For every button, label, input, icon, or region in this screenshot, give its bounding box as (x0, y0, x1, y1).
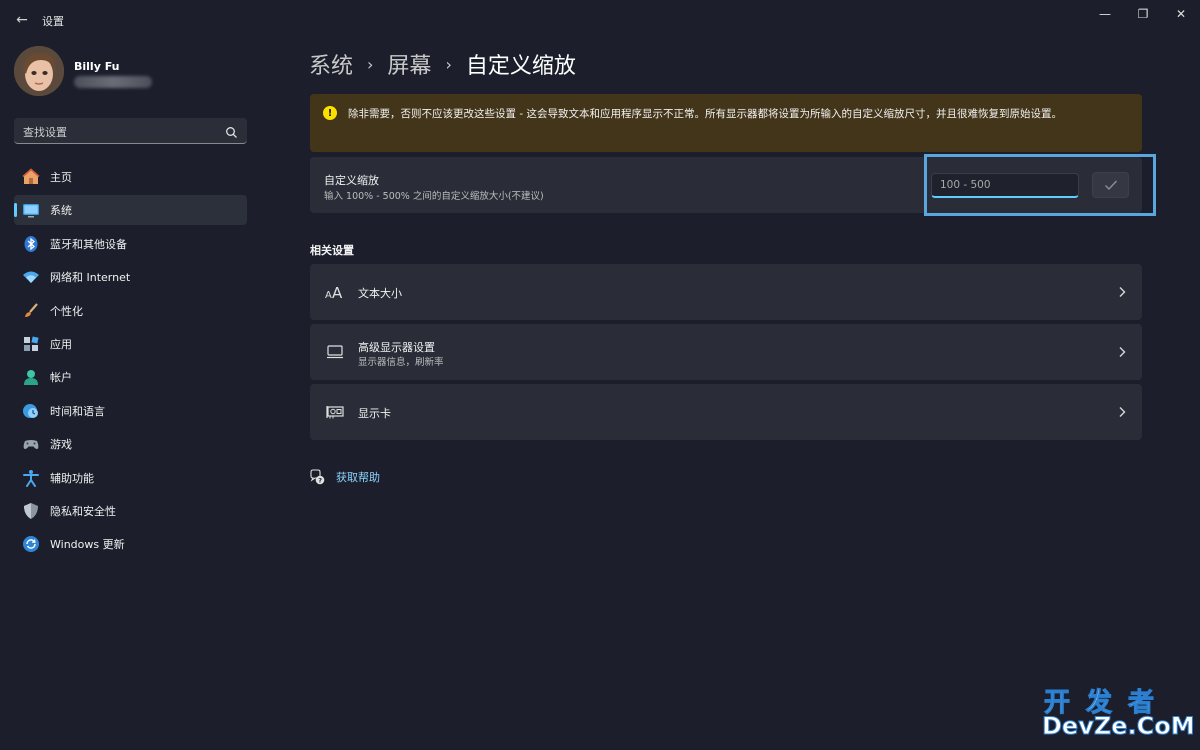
sidebar-item-network[interactable]: 网络和 Internet (14, 262, 247, 292)
row-subtitle: 显示器信息，刷新率 (358, 357, 444, 368)
update-icon (22, 535, 40, 553)
breadcrumb-separator-icon: › (367, 54, 374, 74)
sidebar-item-windows-update[interactable]: Windows 更新 (14, 529, 247, 559)
sidebar-item-privacy[interactable]: 隐私和安全性 (14, 496, 247, 526)
account-icon (22, 368, 40, 386)
custom-scale-subtitle: 输入 100% - 500% 之间的自定义缩放大小(不建议) (324, 191, 544, 202)
related-row-text-size[interactable]: AA 文本大小 (310, 264, 1142, 320)
apps-icon (22, 335, 40, 353)
graphics-card-icon (325, 402, 345, 422)
related-row-graphics[interactable]: 显示卡 (310, 384, 1142, 440)
sidebar-item-label: 个性化 (50, 304, 83, 318)
row-title: 高级显示器设置 (358, 341, 435, 354)
system-icon (22, 201, 40, 219)
get-help-link[interactable]: ? 获取帮助 (308, 468, 380, 486)
sidebar-nav: 主页 系统 蓝牙和其他设备 网络和 Internet 个性化 应用 帐户 时间和… (14, 162, 247, 563)
text-size-icon: AA (325, 282, 345, 302)
sidebar-item-label: 隐私和安全性 (50, 504, 116, 518)
sidebar-item-label: 系统 (50, 204, 72, 218)
window-title: 设置 (42, 15, 64, 28)
maximize-button[interactable]: ❐ (1126, 4, 1160, 24)
brush-icon (22, 302, 40, 320)
minimize-button[interactable]: — (1088, 4, 1122, 24)
search-icon[interactable] (225, 124, 238, 138)
warning-text: 除非需要，否则不应该更改这些设置 - 这会导致文本和应用程序显示不正常。所有显示… (348, 108, 1062, 120)
user-email-redacted (74, 76, 152, 88)
chevron-right-icon (1116, 286, 1128, 298)
breadcrumb-separator-icon: › (445, 54, 452, 74)
row-title: 显示卡 (358, 407, 391, 420)
sidebar-item-apps[interactable]: 应用 (14, 329, 247, 359)
sidebar-item-label: 时间和语言 (50, 404, 105, 418)
chevron-right-icon (1116, 406, 1128, 418)
sidebar-item-time-language[interactable]: 时间和语言 (14, 396, 247, 426)
sidebar-item-bluetooth[interactable]: 蓝牙和其他设备 (14, 229, 247, 259)
sidebar-item-gaming[interactable]: 游戏 (14, 429, 247, 459)
bluetooth-icon (22, 235, 40, 253)
monitor-icon (325, 342, 345, 362)
breadcrumb-display[interactable]: 屏幕 (387, 48, 431, 80)
accessibility-icon (22, 469, 40, 487)
watermark-logo: 开发者 DevZe.CoM (1040, 682, 1196, 744)
sidebar-item-system[interactable]: 系统 (14, 195, 247, 226)
get-help-label[interactable]: 获取帮助 (336, 469, 380, 485)
gamepad-icon (22, 435, 40, 453)
warning-icon: ! (323, 106, 337, 120)
page-title: 自定义缩放 (465, 54, 576, 79)
watermark-en: DevZe.CoM (1042, 712, 1196, 741)
related-row-advanced-display[interactable]: 高级显示器设置 显示器信息，刷新率 (310, 324, 1142, 380)
sidebar-item-label: 蓝牙和其他设备 (50, 237, 127, 251)
time-language-icon (22, 402, 40, 420)
close-button[interactable]: ✕ (1164, 4, 1198, 24)
svg-text:A: A (325, 290, 332, 300)
user-profile[interactable]: Billy Fu (14, 46, 254, 102)
sidebar-item-home[interactable]: 主页 (14, 162, 247, 192)
sidebar-item-label: 主页 (50, 171, 72, 184)
avatar (14, 46, 64, 96)
custom-scale-title: 自定义缩放 (324, 174, 379, 187)
sidebar-item-label: 游戏 (50, 438, 72, 452)
search-input[interactable]: 查找设置 (23, 124, 67, 140)
selection-indicator (14, 203, 17, 218)
title-bar: ← 设置 — ❐ ✕ (0, 0, 1200, 40)
sidebar-item-accessibility[interactable]: 辅助功能 (14, 463, 247, 493)
sidebar-item-label: 帐户 (50, 371, 72, 385)
user-name: Billy Fu (74, 60, 120, 73)
sidebar-item-label: 辅助功能 (50, 471, 94, 485)
sidebar-item-accounts[interactable]: 帐户 (14, 362, 247, 392)
breadcrumb: 系统 › 屏幕 › 自定义缩放 (309, 46, 576, 82)
row-title: 文本大小 (358, 287, 402, 300)
help-icon: ? (308, 468, 326, 486)
chevron-right-icon (1116, 346, 1128, 358)
highlight-annotation-box (924, 154, 1156, 216)
sidebar-item-personalization[interactable]: 个性化 (14, 296, 247, 326)
shield-icon (22, 502, 40, 520)
wifi-icon (22, 268, 40, 286)
breadcrumb-system[interactable]: 系统 (309, 48, 353, 80)
sidebar-item-label: Windows 更新 (50, 538, 125, 552)
warning-banner: ! 除非需要，否则不应该更改这些设置 - 这会导致文本和应用程序显示不正常。所有… (310, 94, 1142, 152)
svg-text:?: ? (318, 477, 322, 485)
sidebar-item-label: 网络和 Internet (50, 271, 131, 285)
home-icon (22, 168, 40, 186)
svg-text:A: A (332, 284, 343, 300)
back-arrow-icon[interactable]: ← (12, 10, 32, 30)
sidebar-item-label: 应用 (50, 337, 72, 351)
search-box[interactable]: 查找设置 (14, 118, 247, 144)
related-settings-heading: 相关设置 (310, 244, 354, 257)
